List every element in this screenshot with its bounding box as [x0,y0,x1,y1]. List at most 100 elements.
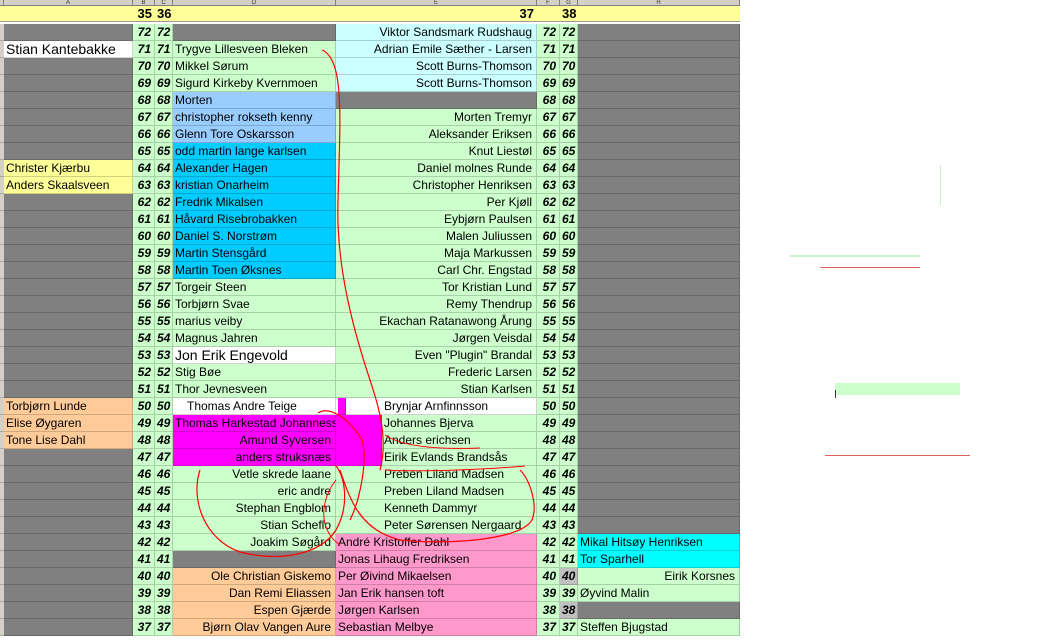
rank-cell[interactable]: 37 [133,619,155,636]
rank-cell[interactable]: 63 [537,177,560,194]
rank-cell[interactable]: 52 [155,364,173,381]
rank-cell[interactable]: 66 [133,126,155,143]
name-cell[interactable]: Thomas Harkestad Johannessen [173,415,336,432]
rank-cell[interactable]: 37 [155,619,173,636]
name-cell[interactable] [578,126,740,143]
name-cell[interactable]: Adrian Emile Sæther - Larsen [336,41,537,58]
name-cell[interactable]: Knut Liestøl [336,143,537,160]
rank-cell[interactable]: 60 [537,228,560,245]
rank-cell[interactable]: 72 [537,24,560,41]
rank-cell[interactable]: 68 [537,92,560,109]
rank-cell[interactable]: 62 [133,194,155,211]
name-cell[interactable] [578,92,740,109]
name-cell[interactable] [578,245,740,262]
name-cell[interactable]: Amund Syversen [173,432,336,449]
rank-cell[interactable]: 64 [155,160,173,177]
name-cell[interactable]: Jan Erik hansen toft [336,585,537,602]
name-cell[interactable]: Scott Burns-Thomson [336,58,537,75]
rank-cell[interactable]: 42 [537,534,560,551]
name-cell[interactable]: kristian Onarheim [173,177,336,194]
name-cell[interactable] [578,211,740,228]
name-cell[interactable]: Maja Markussen [336,245,537,262]
rank-cell[interactable]: 59 [155,245,173,262]
name-cell[interactable]: Scott Burns-Thomson [336,75,537,92]
name-cell[interactable] [4,466,133,483]
name-cell[interactable] [578,160,740,177]
name-cell[interactable] [578,364,740,381]
rank-cell[interactable]: 61 [537,211,560,228]
name-cell[interactable]: Stephan Engblom [173,500,336,517]
rank-cell[interactable]: 38 [537,602,560,619]
name-cell[interactable] [578,398,740,415]
rank-cell[interactable]: 39 [560,585,578,602]
name-cell[interactable] [578,296,740,313]
rank-cell[interactable]: 70 [537,58,560,75]
name-cell[interactable] [4,568,133,585]
name-cell[interactable]: Daniel molnes Runde [336,160,537,177]
rank-cell[interactable]: 56 [155,296,173,313]
name-cell[interactable]: Aleksander Eriksen [336,126,537,143]
rank-cell[interactable]: 70 [133,58,155,75]
rank-cell[interactable]: 45 [155,483,173,500]
rank-cell[interactable]: 60 [560,228,578,245]
name-cell[interactable] [4,109,133,126]
rank-cell[interactable]: 68 [133,92,155,109]
name-cell[interactable] [4,262,133,279]
rank-cell[interactable]: 46 [155,466,173,483]
rank-cell[interactable]: 67 [133,109,155,126]
name-cell[interactable]: Torbjørn Svae [173,296,336,313]
rank-cell[interactable]: 44 [155,500,173,517]
rank-cell[interactable]: 50 [155,398,173,415]
name-cell[interactable] [578,432,740,449]
rank-cell[interactable]: 44 [560,500,578,517]
name-cell[interactable] [4,313,133,330]
rank-cell[interactable]: 58 [155,262,173,279]
name-cell[interactable] [578,24,740,41]
name-cell[interactable] [578,415,740,432]
rank-cell[interactable]: 40 [537,568,560,585]
rank-cell[interactable]: 41 [537,551,560,568]
name-cell[interactable] [4,330,133,347]
rank-cell[interactable]: 71 [537,41,560,58]
rank-cell[interactable]: 68 [155,92,173,109]
name-cell[interactable] [578,449,740,466]
name-cell[interactable] [4,347,133,364]
rank-cell[interactable]: 68 [560,92,578,109]
name-cell[interactable]: Elise Øygaren [4,415,133,432]
name-cell[interactable] [4,126,133,143]
rank-cell[interactable]: 69 [537,75,560,92]
rank-cell[interactable]: 53 [133,347,155,364]
rank-cell[interactable]: 57 [560,279,578,296]
rank-cell[interactable]: 41 [133,551,155,568]
name-cell[interactable] [578,41,740,58]
name-cell[interactable] [4,228,133,245]
name-cell[interactable]: Jørgen Karlsen [336,602,537,619]
name-cell[interactable] [578,466,740,483]
name-cell[interactable]: Carl Chr. Engstad [336,262,537,279]
name-cell[interactable] [4,619,133,636]
rank-cell[interactable]: 59 [560,245,578,262]
rank-cell[interactable]: 61 [560,211,578,228]
rank-cell[interactable]: 41 [560,551,578,568]
rank-cell[interactable]: 43 [537,517,560,534]
name-cell[interactable] [578,483,740,500]
rank-cell[interactable]: 57 [155,279,173,296]
name-cell[interactable] [173,551,336,568]
rank-cell[interactable]: 47 [537,449,560,466]
rank-cell[interactable]: 37 [537,619,560,636]
name-cell[interactable] [4,245,133,262]
rank-cell[interactable]: 40 [560,568,578,585]
rank-cell[interactable]: 66 [560,126,578,143]
rank-cell[interactable]: 65 [155,143,173,160]
rank-cell[interactable]: 54 [133,330,155,347]
rank-cell[interactable]: 41 [155,551,173,568]
rank-cell[interactable]: 43 [155,517,173,534]
rank-cell[interactable]: 54 [560,330,578,347]
rank-cell[interactable]: 39 [537,585,560,602]
rank-cell[interactable]: 44 [133,500,155,517]
rank-cell[interactable]: 52 [133,364,155,381]
name-cell[interactable] [578,313,740,330]
name-cell[interactable] [4,551,133,568]
name-cell[interactable]: Martin Stensgård [173,245,336,262]
name-cell[interactable] [578,517,740,534]
